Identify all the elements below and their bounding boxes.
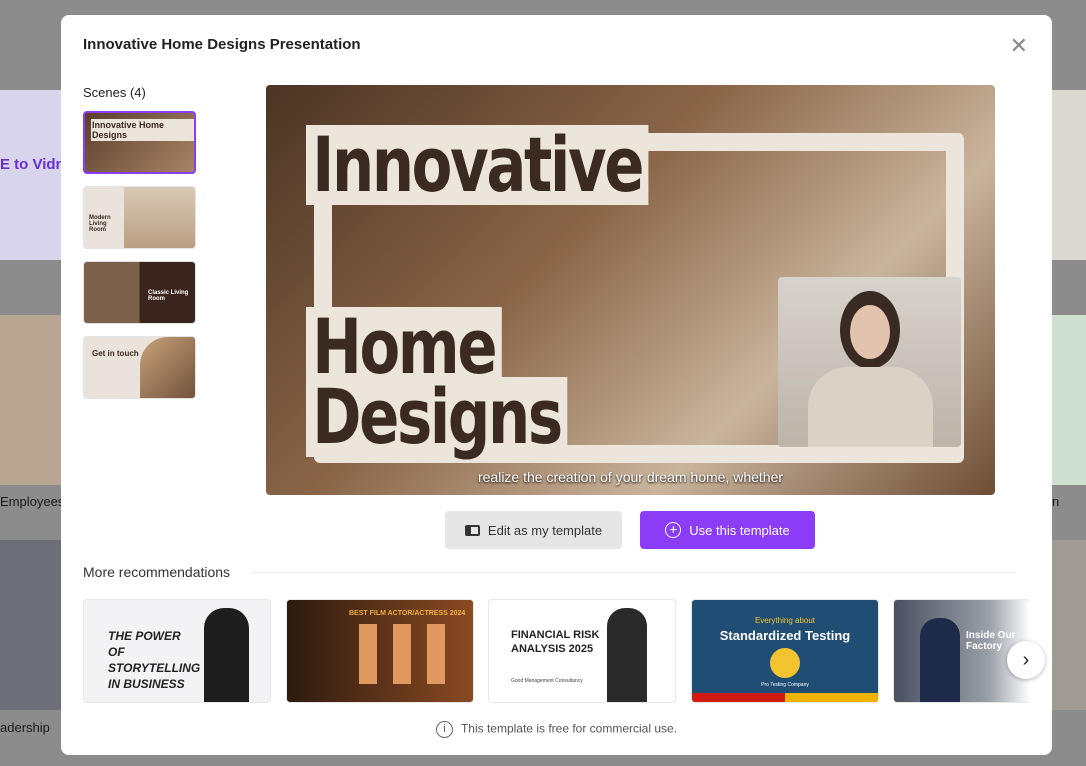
card-title: FINANCIAL RISK ANALYSIS 2025 [511, 629, 600, 655]
license-note: i This template is free for commercial us… [61, 721, 1052, 738]
template-modal: Innovative Home Designs Presentation ✕ S… [61, 15, 1052, 755]
background-text: Employees [0, 494, 65, 509]
license-note-text: This template is free for commercial use… [460, 721, 678, 736]
scene-label: Classic Living Room [148, 290, 189, 302]
recommendation-card[interactable]: FINANCIAL RISK ANALYSIS 2025 Good Manage… [488, 599, 676, 703]
recommendation-card[interactable]: Everything about Standardized Testing Pr… [691, 599, 879, 703]
background-card [0, 540, 61, 710]
background-card [1052, 540, 1086, 710]
chevron-right-icon: › [1022, 648, 1030, 671]
scene-thumb-2[interactable]: Modern Living Room [83, 186, 196, 249]
card-title: Standardized Testing [719, 628, 851, 643]
template-icon [464, 524, 480, 536]
plus-circle-icon: + [665, 522, 682, 538]
scene-preview: Innovative Home Designs realize the crea… [266, 85, 995, 495]
presenter-avatar [778, 277, 961, 447]
card-subtitle: Pro Testing Company [761, 682, 809, 688]
background-text: n [1052, 494, 1060, 509]
background-card [0, 90, 61, 260]
scenes-label: Scenes (4) [83, 85, 146, 100]
background-card [0, 315, 61, 485]
use-button-label: Use this template [689, 522, 790, 538]
card-title: BEST FILM ACTOR/ACTRESS 2024 [349, 610, 466, 617]
next-arrow-button[interactable]: › [1007, 641, 1045, 679]
edit-button-label: Edit as my template [487, 522, 603, 538]
preview-title-line: Designs [306, 377, 568, 457]
scene-label: Innovative Home Designs [91, 119, 194, 141]
preview-title-line: Innovative [306, 125, 649, 205]
card-title: THE POWER OF STORYTELLING IN BUSINESS [108, 629, 201, 691]
scene-label: Modern Living Room [89, 215, 111, 233]
scene-thumb-4[interactable]: Get in touch [83, 336, 196, 399]
background-card [1052, 90, 1086, 260]
card-subtitle: Good Management Consultancy [511, 678, 583, 684]
scene-label: Get in touch [92, 349, 139, 358]
preview-caption: realize the creation of your dream home,… [477, 469, 784, 485]
card-kicker: Everything about [754, 616, 816, 625]
edit-as-template-button[interactable]: Edit as my template [445, 511, 622, 549]
close-icon[interactable]: ✕ [1010, 33, 1028, 59]
more-recommendations-heading: More recommendations [83, 564, 231, 580]
recommendation-card[interactable]: THE POWER OF STORYTELLING IN BUSINESS [83, 599, 271, 703]
divider [251, 572, 1016, 573]
background-card [1052, 315, 1086, 485]
scene-thumb-1[interactable]: Innovative Home Designs [83, 111, 196, 174]
scene-thumb-3[interactable]: Classic Living Room [83, 261, 196, 324]
info-icon: i [435, 721, 453, 738]
background-text: adership [0, 720, 50, 735]
modal-title: Innovative Home Designs Presentation [83, 36, 361, 53]
use-template-button[interactable]: + Use this template [640, 511, 815, 549]
recommendation-card[interactable]: BEST FILM ACTOR/ACTRESS 2024 [286, 599, 474, 703]
background-text: E to Vidn [0, 156, 65, 173]
